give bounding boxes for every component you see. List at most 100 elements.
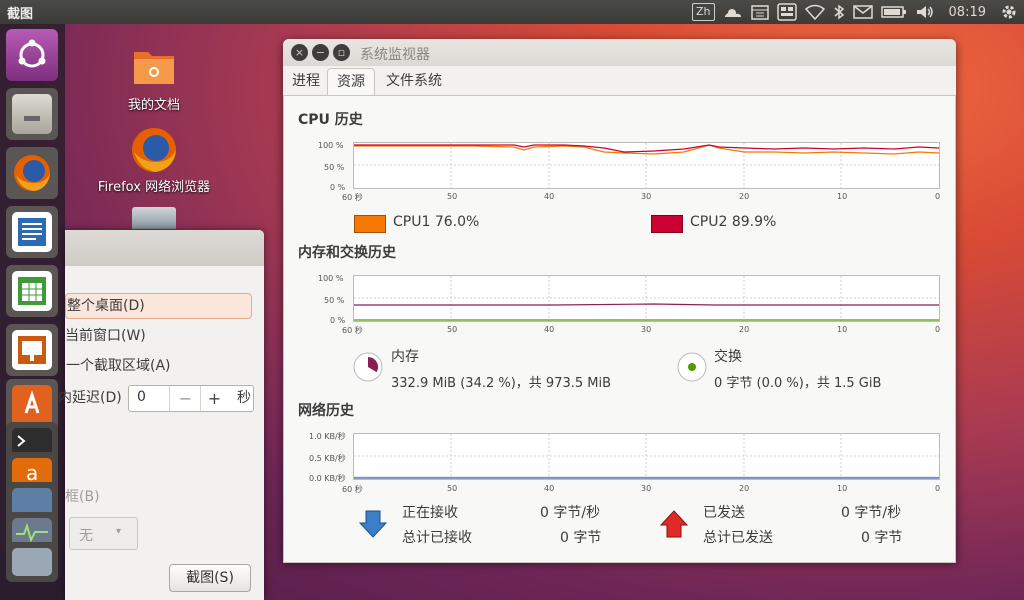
x-tick: 40 xyxy=(544,484,555,493)
input-method-indicator[interactable]: Zh xyxy=(692,3,715,21)
delay-spinbutton[interactable]: 0 − + xyxy=(128,385,254,412)
launcher-impress[interactable] xyxy=(6,324,58,376)
bluetooth-icon[interactable] xyxy=(833,4,845,20)
effect-dropdown[interactable]: 无 ▾ xyxy=(69,517,138,550)
dash-home-button[interactable] xyxy=(6,29,58,81)
swap-label: 交换 xyxy=(714,349,742,365)
weather-icon[interactable] xyxy=(723,4,743,20)
x-tick: 0 xyxy=(935,192,941,201)
tab-processes[interactable]: 进程 xyxy=(289,68,323,94)
window-title: 系统监视器 xyxy=(360,47,430,63)
x-tick: 50 xyxy=(447,484,458,493)
effect-value: 无 xyxy=(79,528,93,544)
take-screenshot-button[interactable]: 截图(S) xyxy=(169,564,251,592)
software-center-icon xyxy=(12,385,52,425)
border-effect-label: 框(B) xyxy=(65,489,100,505)
y-tick: 100 % xyxy=(318,274,344,283)
network-history-graph xyxy=(353,433,940,480)
x-tick: 20 xyxy=(739,484,750,493)
y-tick: 0 % xyxy=(330,183,346,192)
wifi-icon[interactable] xyxy=(804,4,825,20)
x-tick: 30 xyxy=(641,325,652,334)
x-tick: 30 xyxy=(641,192,652,201)
receiving-label: 正在接收 xyxy=(402,505,458,521)
firefox-icon xyxy=(12,153,52,193)
desktop-icon-documents[interactable]: 我的文档 xyxy=(112,44,196,113)
maximize-icon[interactable]: ▫ xyxy=(333,44,350,61)
memory-label: 内存 xyxy=(391,349,419,365)
cpu2-color-swatch[interactable] xyxy=(651,215,683,233)
desktop-icon-label: 我的文档 xyxy=(127,98,180,113)
plus-button[interactable]: + xyxy=(200,386,228,411)
gear-icon[interactable] xyxy=(1000,3,1018,21)
clock[interactable]: 08:19 xyxy=(949,5,986,20)
computer-icon[interactable] xyxy=(132,207,176,229)
ubuntu-logo-icon xyxy=(12,35,52,75)
system-tray: Zh 08:19 xyxy=(692,0,1018,24)
close-icon[interactable]: × xyxy=(291,44,308,61)
cpu-history-graph xyxy=(353,142,940,189)
tab-filesystems[interactable]: 文件系统 xyxy=(378,68,450,94)
option-label: 一个截取区域(A) xyxy=(66,358,171,374)
send-arrow-icon[interactable] xyxy=(659,509,689,539)
libreoffice-calc-icon xyxy=(12,271,52,311)
swap-value: 0 字节 (0.0 %)，共 1.5 GiB xyxy=(714,376,882,391)
swap-pie-icon[interactable] xyxy=(677,352,707,382)
launcher-calc[interactable] xyxy=(6,265,58,317)
x-tick: 40 xyxy=(544,192,555,201)
tab-resources[interactable]: 资源 xyxy=(327,68,375,95)
memory-history-graph xyxy=(353,275,940,322)
mail-icon[interactable] xyxy=(852,5,873,19)
sending-rate: 0 字节/秒 xyxy=(841,505,902,521)
minus-button[interactable]: − xyxy=(169,386,201,411)
x-tick: 0 xyxy=(935,484,941,493)
launcher-writer[interactable] xyxy=(6,206,58,258)
calendar-icon[interactable] xyxy=(750,4,769,20)
total-received-label: 总计已接收 xyxy=(402,530,472,546)
active-app-title: 截图 xyxy=(7,7,34,22)
option-current-window[interactable]: 当前窗口(W) xyxy=(65,324,146,348)
screenshot-icon xyxy=(12,548,52,576)
option-whole-desktop[interactable]: 整个桌面(D) xyxy=(65,293,252,319)
system-monitor-window: × − ▫ 系统监视器 进程 资源 文件系统 CPU 历史 100 % 50 %… xyxy=(283,39,956,563)
desktop-icon-firefox[interactable]: Firefox 网络浏览器 xyxy=(88,126,220,195)
keyboard-icon[interactable] xyxy=(776,3,797,21)
x-tick: 30 xyxy=(641,484,652,493)
libreoffice-writer-icon xyxy=(12,212,52,252)
desktop-icon-label: Firefox 网络浏览器 xyxy=(97,180,211,195)
delay-value: 0 xyxy=(137,389,146,405)
option-label: 整个桌面(D) xyxy=(67,298,145,314)
total-received: 0 字节 xyxy=(560,530,602,546)
top-panel: 截图 Zh 08:19 xyxy=(0,0,1024,24)
memory-value: 332.9 MiB (34.2 %)，共 973.5 MiB xyxy=(391,376,612,391)
volume-icon[interactable] xyxy=(915,4,935,20)
x-tick: 50 xyxy=(447,192,458,201)
cpu2-legend: CPU2 89.9% xyxy=(690,214,777,230)
launcher-files[interactable] xyxy=(6,88,58,140)
chevron-down-icon: ▾ xyxy=(116,526,122,537)
memory-pie-icon[interactable] xyxy=(353,352,383,382)
battery-icon[interactable] xyxy=(880,5,907,19)
total-sent-label: 总计已发送 xyxy=(703,530,773,546)
x-tick: 40 xyxy=(544,325,555,334)
libreoffice-impress-icon xyxy=(12,330,52,370)
y-tick: 0 % xyxy=(330,316,346,325)
cpu1-legend: CPU1 76.0% xyxy=(393,214,480,230)
receive-arrow-icon[interactable] xyxy=(358,509,388,539)
cpu1-color-swatch[interactable] xyxy=(354,215,386,233)
launcher-screenshot[interactable] xyxy=(6,542,58,582)
option-select-area[interactable]: 一个截取区域(A) xyxy=(65,354,171,378)
y-tick: 0.5 KB/秒 xyxy=(309,454,346,463)
title-bar[interactable]: × − ▫ 系统监视器 xyxy=(283,39,956,66)
y-tick: 100 % xyxy=(318,141,344,150)
y-tick: 1.0 KB/秒 xyxy=(309,432,346,441)
y-tick: 50 % xyxy=(324,296,345,305)
resources-panel: CPU 历史 100 % 50 % 0 % 60 秒 50 40 30 20 1… xyxy=(283,95,956,563)
dialog-header xyxy=(65,230,264,266)
folder-icon xyxy=(132,44,176,88)
x-tick: 10 xyxy=(837,325,848,334)
network-section-title: 网络历史 xyxy=(298,403,354,419)
total-sent: 0 字节 xyxy=(861,530,903,546)
launcher-firefox[interactable] xyxy=(6,147,58,199)
minimize-icon[interactable]: − xyxy=(312,44,329,61)
